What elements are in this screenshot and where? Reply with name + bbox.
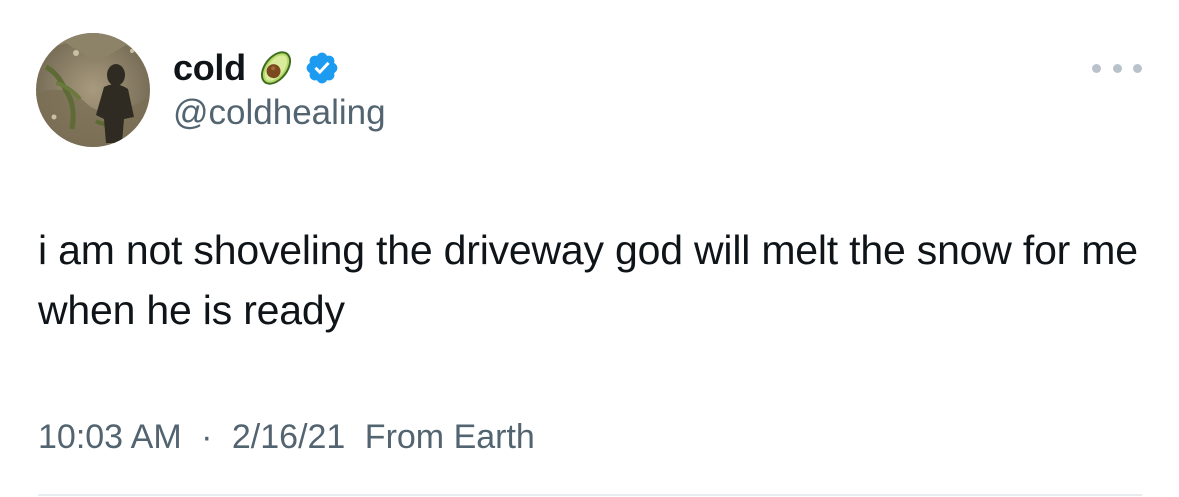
avatar[interactable] — [36, 33, 150, 147]
more-dot — [1112, 63, 1122, 73]
avatar-image — [36, 33, 150, 147]
more-dot — [1133, 63, 1142, 73]
more-options-icon[interactable] — [1092, 56, 1142, 80]
tweet-card: cold @coldhealing i am not shoveling the… — [0, 0, 1179, 497]
more-dot — [1092, 63, 1101, 73]
tweet-source: From Earth — [364, 418, 535, 456]
tweet-text: i am not shoveling the driveway god will… — [38, 227, 1138, 333]
author-handle[interactable]: @coldhealing — [173, 93, 386, 133]
tweet-date[interactable]: 2/16/21 — [232, 418, 345, 456]
author-name-row: cold — [173, 44, 340, 92]
verified-badge-icon — [304, 50, 340, 86]
meta-separator: · — [201, 418, 213, 456]
tweet-time[interactable]: 10:03 AM — [38, 418, 182, 456]
display-name[interactable]: cold — [173, 47, 246, 89]
divider — [38, 494, 1142, 496]
tweet-meta: 10:03 AM · 2/16/21 From Earth — [38, 418, 535, 457]
avocado-icon — [254, 46, 298, 90]
